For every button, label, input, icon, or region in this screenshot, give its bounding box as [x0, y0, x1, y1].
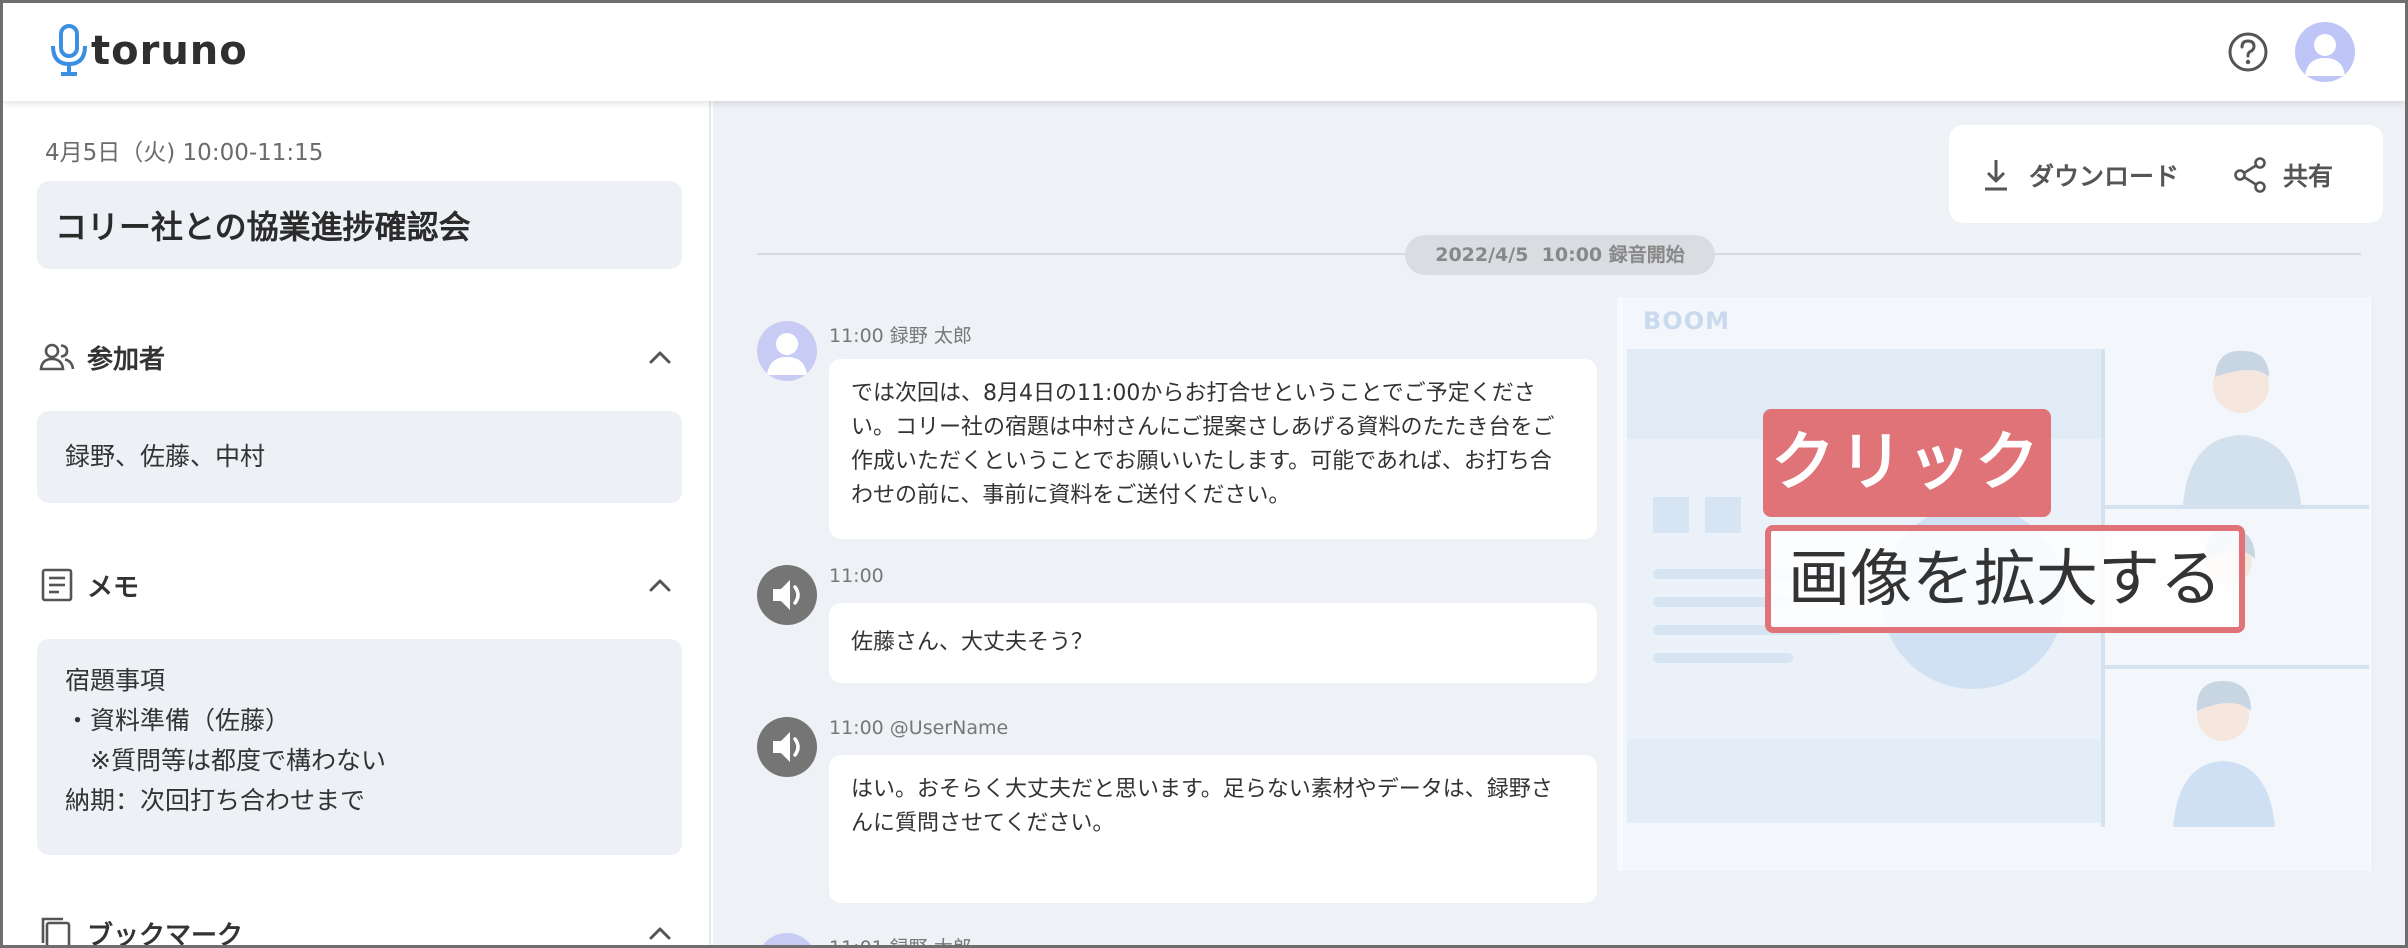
bookmark-icon: [41, 917, 71, 945]
message-meta: 11:00 @UserName: [829, 717, 1009, 739]
chevron-up-icon[interactable]: [647, 573, 673, 599]
share-icon: [2234, 157, 2266, 193]
user-avatar[interactable]: [2295, 22, 2355, 82]
message-meta: 11:00: [829, 565, 884, 587]
participants-section-header[interactable]: 参加者: [39, 337, 679, 377]
user-avatar-icon: [2305, 34, 2345, 76]
meeting-title-box[interactable]: コリー社との協業進捗確認会: [37, 181, 682, 269]
speaker-icon: [773, 580, 800, 610]
transcript-area: ダウンロード 共有 2022/4/5 10:00 録音開始 11:00 録野 太…: [713, 101, 2405, 948]
share-button[interactable]: 共有: [2231, 155, 2333, 195]
meeting-title: コリー社との協業進捗確認会: [55, 208, 471, 246]
message-bubble[interactable]: はい。おそらく大丈夫だと思います。足らない素材やデータは、録野さ んに質問させて…: [829, 755, 1597, 903]
message-bubble[interactable]: では次回は、8月4日の11:00からお打合せということでご予定くださ い。コリー…: [829, 359, 1597, 539]
speaker-icon: [773, 732, 800, 762]
message-meta: 11:01 録野 太郎: [829, 937, 972, 948]
top-header: toruno: [3, 3, 2405, 101]
message-bubble[interactable]: 佐藤さん、大丈夫そう？: [829, 603, 1597, 683]
meeting-date: 4月5日（火) 10:00-11:15: [45, 140, 324, 166]
audio-avatar[interactable]: [757, 565, 817, 625]
memo-value: 宿題事項 ・資料準備（佐藤） ※質問等は都度で構わない 納期：次回打ち合わせまで: [65, 666, 386, 815]
bookmark-label: ブックマーク: [87, 920, 244, 948]
shared-image[interactable]: BOOM クリック 画像を拡大する: [1623, 297, 2369, 871]
speaker-avatar[interactable]: [757, 321, 817, 381]
people-icon: [39, 343, 75, 371]
shared-image-preview[interactable]: BOOM クリック 画像を拡大する: [1617, 297, 2371, 871]
memo-box[interactable]: 宿題事項 ・資料準備（佐藤） ※質問等は都度で構わない 納期：次回打ち合わせまで: [37, 639, 682, 855]
audio-avatar[interactable]: [757, 717, 817, 777]
memo-icon: [41, 568, 73, 602]
logo-text: toruno: [91, 28, 248, 74]
meeting-sidebar: 4月5日（火) 10:00-11:15 コリー社との協業進捗確認会 参加者 録野…: [3, 101, 711, 948]
message-meta: 11:00 録野 太郎: [829, 325, 972, 347]
participants-box: 録野、佐藤、中村: [37, 411, 682, 503]
download-icon: [1985, 160, 2007, 191]
toruno-logo[interactable]: toruno: [47, 24, 248, 77]
bookmark-section-header[interactable]: ブックマーク: [39, 913, 679, 948]
enlarge-image-button[interactable]: 画像を拡大する: [1765, 525, 2245, 633]
chevron-up-icon[interactable]: [647, 921, 673, 947]
participants-value: 録野、佐藤、中村: [65, 442, 266, 471]
memo-label: メモ: [87, 572, 140, 603]
question-circle-icon[interactable]: [2227, 31, 2269, 73]
download-button[interactable]: ダウンロード: [1977, 155, 2179, 195]
boom-brand-text: BOOM: [1643, 307, 1730, 335]
user-avatar-icon: [767, 333, 807, 375]
speaker-avatar[interactable]: [757, 933, 817, 945]
microphone-logo-icon: [51, 24, 87, 76]
action-card: ダウンロード 共有: [1949, 125, 2383, 223]
memo-section-header[interactable]: メモ: [39, 565, 679, 605]
participants-label: 参加者: [87, 344, 166, 375]
share-label: 共有: [2283, 162, 2334, 191]
chevron-up-icon[interactable]: [647, 345, 673, 371]
app-window: toruno 4月5日（火) 10:00-11:15 コリー社との協業進捗確認会: [0, 0, 2408, 948]
download-label: ダウンロード: [2029, 162, 2180, 191]
recording-start-badge: 2022/4/5 10:00 録音開始: [1405, 235, 1715, 275]
click-badge[interactable]: クリック: [1763, 409, 2051, 517]
